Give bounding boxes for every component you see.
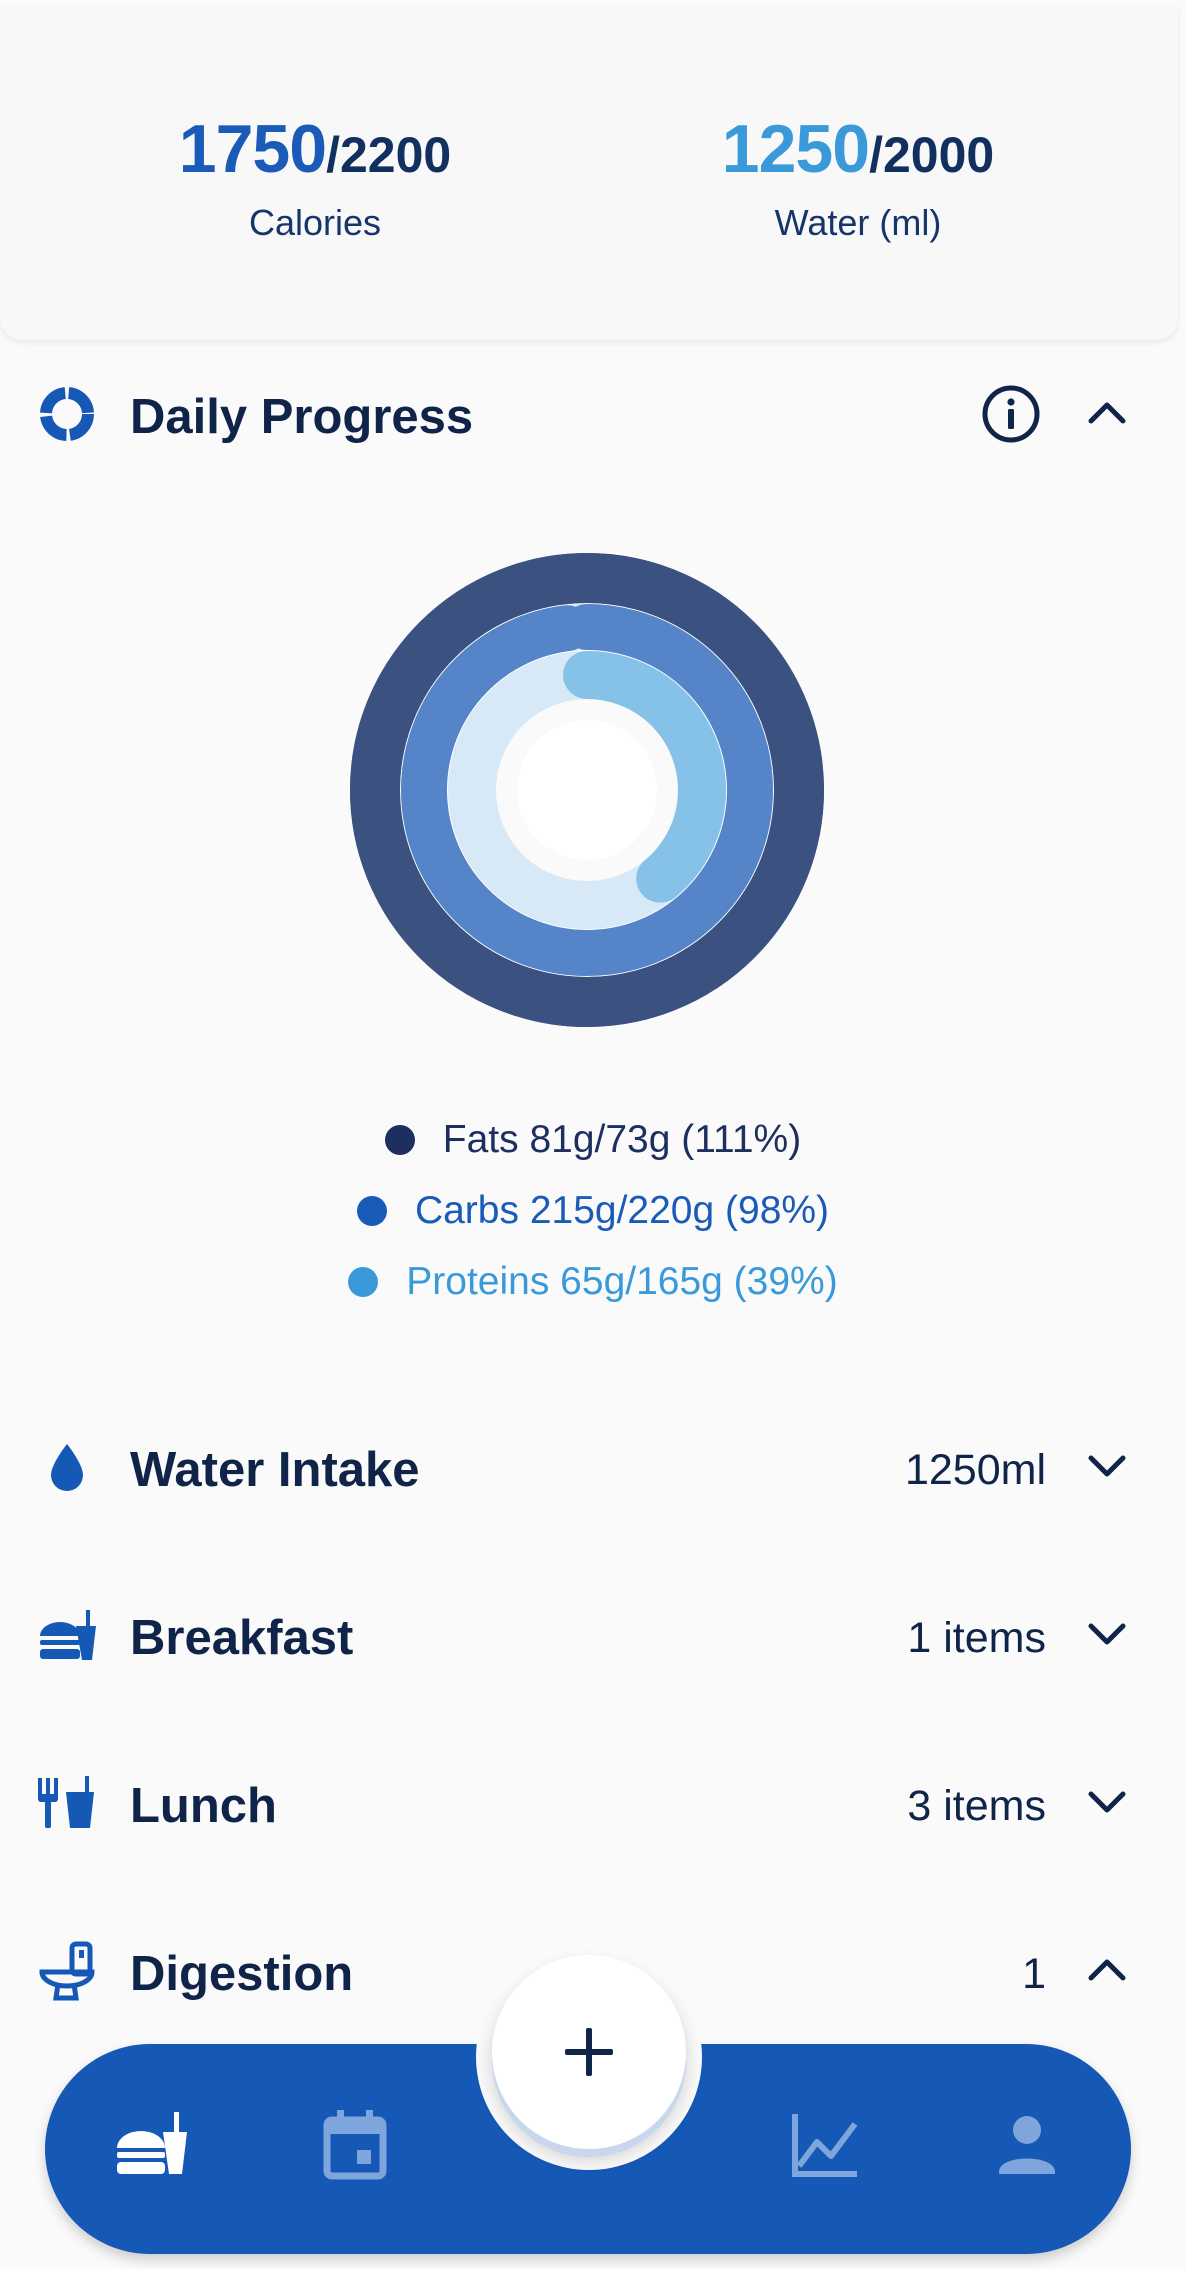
chevron-up-icon[interactable] [1082,393,1132,433]
section-breakfast[interactable]: Breakfast 1 items [0,1594,1186,1674]
calories-stat: 1750/2200 Calories [105,110,525,244]
lunch-count: 3 items [907,1782,1046,1830]
app-screen: 1750/2200 Calories 1250/2000 Water (ml) … [0,0,1186,2269]
water-label: Water (ml) [774,202,942,243]
info-icon[interactable] [980,383,1042,445]
nav-food-icon[interactable] [111,2104,191,2184]
section-lunch[interactable]: Lunch 3 items [0,1762,1186,1842]
section-water-intake[interactable]: Water Intake 1250ml [0,1426,1186,1506]
legend-item-proteins: Proteins 65g/165g (39%) [0,1246,1186,1317]
daily-progress-header[interactable]: Daily Progress [0,373,1186,453]
legend-item-fats: Fats 81g/73g (111%) [0,1104,1186,1175]
summary-card: 1750/2200 Calories 1250/2000 Water (ml) [0,6,1178,340]
daily-progress-title: Daily Progress [130,390,474,444]
carbs-dot [356,1195,387,1226]
nav-chart-line-icon[interactable] [785,2104,865,2184]
nav-calendar-icon[interactable] [315,2104,395,2184]
water-intake-title: Water Intake [130,1443,420,1497]
water-total: /2000 [869,127,995,183]
chevron-down-icon[interactable] [1082,1446,1132,1486]
add-button[interactable] [492,1955,686,2149]
proteins-label: Proteins 65g/165g (39%) [406,1259,838,1303]
fastfood-icon [40,1610,96,1660]
calories-total: /2200 [326,127,452,183]
legend-item-carbs: Carbs 215g/220g (98%) [0,1175,1186,1246]
calories-label: Calories [248,202,382,243]
carbs-label: Carbs 215g/220g (98%) [414,1188,830,1232]
digestion-count: 1 [1022,1950,1046,1998]
breakfast-title: Breakfast [130,1611,354,1665]
fats-dot [384,1124,415,1155]
chevron-up-icon[interactable] [1082,1950,1132,1990]
restaurant-icon [38,1776,94,1828]
donut-center [517,720,657,860]
donut-chart-icon [40,387,94,441]
water-intake-amount: 1250ml [904,1446,1046,1494]
lunch-title: Lunch [130,1779,277,1833]
water-drop-icon [51,1444,83,1491]
breakfast-count: 1 items [907,1614,1046,1662]
fats-label: Fats 81g/73g (111%) [442,1117,802,1161]
macro-donut-chart [350,553,824,1027]
water-value: 1250 [721,111,870,187]
digestion-title: Digestion [130,1947,354,2001]
chevron-down-icon[interactable] [1082,1782,1132,1822]
proteins-dot [348,1266,379,1297]
toilet-icon [39,1941,95,2001]
calories-value: 1750 [178,111,327,187]
macro-legend: Fats 81g/73g (111%) Carbs 215g/220g (98%… [0,1104,1186,1317]
water-stat: 1250/2000 Water (ml) [648,110,1068,244]
nav-person-icon[interactable] [987,2104,1067,2184]
chevron-down-icon[interactable] [1082,1614,1132,1654]
plus-icon [565,2028,613,2076]
